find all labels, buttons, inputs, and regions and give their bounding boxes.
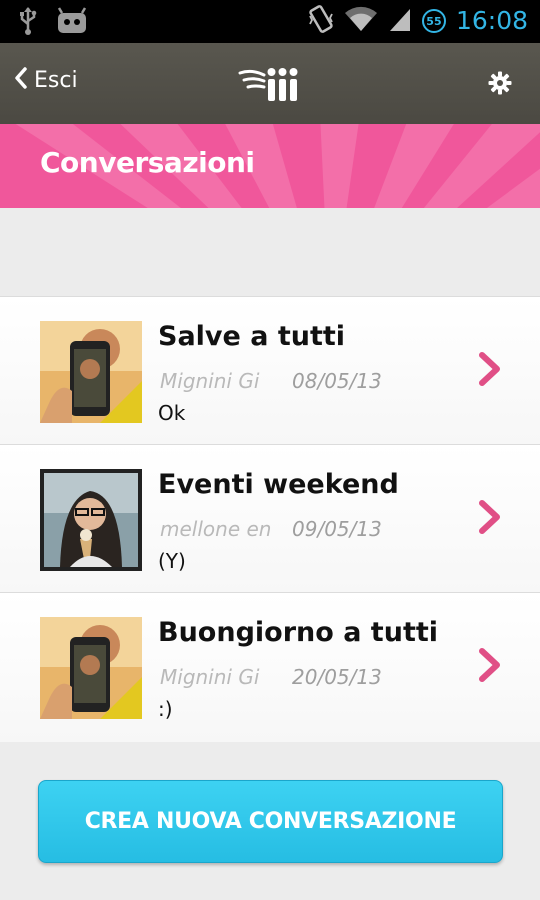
conversation-date: 20/05/13 bbox=[292, 665, 382, 689]
signal-icon bbox=[388, 5, 412, 37]
conversation-title: Salve a tutti bbox=[158, 321, 346, 352]
avatar bbox=[40, 321, 142, 423]
vibrate-icon bbox=[308, 4, 334, 38]
chevron-right-icon bbox=[478, 499, 502, 539]
conversation-meta: Mignini Gi 20/05/13 bbox=[160, 665, 382, 689]
exit-button[interactable]: Esci bbox=[14, 67, 78, 93]
status-bar-left bbox=[18, 6, 88, 40]
conversation-list: Salve a tutti Mignini Gi 08/05/13 Ok Eve… bbox=[0, 296, 540, 742]
status-bar: 55 16:08 bbox=[0, 0, 540, 43]
wifi-icon bbox=[344, 5, 378, 37]
conversation-date: 09/05/13 bbox=[292, 517, 382, 541]
conversation-meta: Mignini Gi 08/05/13 bbox=[160, 369, 382, 393]
clock: 16:08 bbox=[455, 6, 528, 35]
conversation-row[interactable]: Buongiorno a tutti Mignini Gi 20/05/13 :… bbox=[0, 593, 540, 742]
conversation-meta: mellone en 09/05/13 bbox=[160, 517, 382, 541]
chevron-right-icon bbox=[478, 351, 502, 391]
conversation-user: Mignini Gi bbox=[160, 369, 260, 393]
status-bar-right: 55 16:08 bbox=[308, 4, 528, 38]
battery-icon: 55 bbox=[421, 9, 446, 33]
android-icon bbox=[56, 7, 88, 39]
conversation-preview: Ok bbox=[158, 401, 186, 425]
conversation-user: Mignini Gi bbox=[160, 665, 260, 689]
wings-logo-icon bbox=[238, 63, 304, 109]
conversation-preview: :) bbox=[158, 697, 173, 721]
page-header: Conversazioni bbox=[0, 124, 540, 208]
conversation-date: 08/05/13 bbox=[292, 369, 382, 393]
app-bar: Esci bbox=[0, 43, 540, 124]
conversation-user: mellone en bbox=[160, 517, 272, 541]
conversation-row[interactable]: Eventi weekend mellone en 09/05/13 (Y) bbox=[0, 445, 540, 593]
create-conversation-button[interactable]: CREA NUOVA CONVERSAZIONE bbox=[38, 780, 503, 863]
conversation-row[interactable]: Salve a tutti Mignini Gi 08/05/13 Ok bbox=[0, 297, 540, 445]
exit-label: Esci bbox=[34, 67, 78, 93]
page-title: Conversazioni bbox=[40, 146, 255, 179]
usb-icon bbox=[18, 6, 38, 40]
chevron-right-icon bbox=[478, 647, 502, 687]
avatar bbox=[40, 469, 142, 571]
conversation-title: Buongiorno a tutti bbox=[158, 617, 439, 648]
conversation-title: Eventi weekend bbox=[158, 469, 399, 500]
conversation-preview: (Y) bbox=[158, 549, 186, 573]
avatar bbox=[40, 617, 142, 719]
gear-icon[interactable] bbox=[488, 71, 512, 99]
chevron-left-icon bbox=[14, 67, 28, 93]
